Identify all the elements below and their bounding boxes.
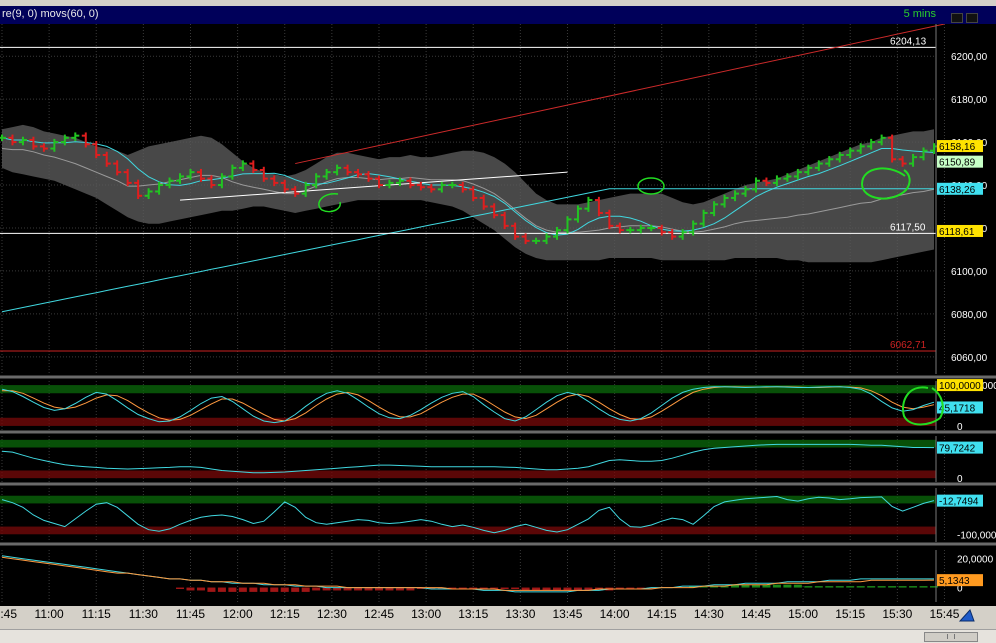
- macd-histogram-bar: [270, 587, 279, 592]
- macd-histogram-bar: [500, 587, 509, 589]
- macd-histogram-bar: [238, 587, 247, 592]
- price-value-tag: 6118,61: [939, 227, 975, 238]
- macd-histogram-bar: [793, 584, 802, 588]
- time-axis-label: 12:30: [316, 607, 347, 621]
- macd-histogram-bar: [772, 584, 781, 588]
- time-axis-label: 13:30: [505, 607, 536, 621]
- time-axis-label: 12:45: [363, 607, 394, 621]
- macd-histogram-bar: [877, 586, 886, 588]
- time-axis-label: 11:15: [81, 607, 111, 621]
- macd-histogram-bar: [919, 586, 928, 588]
- price-axis-tick: 6200,00: [951, 52, 988, 63]
- price-value-tag: 6150,89: [939, 158, 976, 169]
- close-icon[interactable]: [966, 13, 978, 23]
- chart-canvas[interactable]: 6060,006080,006100,006120,006140,006160,…: [0, 24, 996, 606]
- time-axis-label: 15:15: [835, 607, 866, 621]
- macd-histogram-bar: [280, 587, 289, 592]
- macd-histogram-bar: [249, 587, 258, 592]
- scrollbar-thumb[interactable]: [924, 632, 978, 642]
- macd-histogram-bar: [888, 586, 897, 588]
- reference-line-label: 6062,71: [890, 340, 927, 351]
- macd-histogram-bar: [301, 587, 310, 592]
- time-axis-label: 14:15: [646, 607, 677, 621]
- reference-line-label: 6117,50: [890, 222, 926, 233]
- time-axis-bar: 10:45 11:00 11:15 11:30 11:45 12:00 12:15 12:30…: [0, 606, 996, 643]
- oversold-zone: [0, 417, 936, 426]
- macd-histogram-bar: [259, 587, 268, 592]
- macd-value-tag: 5,1343: [939, 576, 970, 587]
- macd-histogram-bar: [783, 584, 792, 588]
- macd-histogram-bar: [217, 587, 226, 592]
- macd-histogram-bar: [898, 586, 907, 588]
- annotation-circle: [637, 177, 665, 195]
- trend-line: [295, 24, 945, 165]
- indicator-value-tag: 45,1718: [939, 403, 976, 414]
- macd-histogram-bar: [196, 587, 205, 591]
- arrow-icon: [958, 609, 975, 622]
- time-axis-label: 14:30: [693, 607, 724, 621]
- horizontal-scrollbar[interactable]: [0, 629, 996, 643]
- indicator-title: re(9, 0) movs(60, 0): [2, 8, 99, 20]
- time-axis-label: 13:45: [552, 607, 583, 621]
- macd-histogram-bar: [804, 586, 813, 588]
- macd-histogram-bar: [312, 587, 321, 591]
- rsi-line: [1, 443, 935, 474]
- macd-histogram-bar: [511, 587, 520, 589]
- indicator-value-tag: 79,7242: [939, 444, 976, 455]
- overbought-zone: [0, 385, 936, 394]
- price-axis-tick: 6060,00: [951, 353, 988, 364]
- price-axis-tick: 6080,00: [951, 310, 988, 321]
- bollinger-band: [2, 124, 934, 263]
- macd-histogram-bar: [856, 586, 865, 588]
- macd-histogram-bar: [814, 586, 823, 588]
- overbought-zone: [0, 495, 936, 504]
- time-axis-label: 15:45: [929, 607, 960, 621]
- window-buttons[interactable]: [948, 10, 992, 23]
- oversold-zone: [0, 526, 936, 535]
- macd-axis-tick: 20,0000: [957, 555, 994, 566]
- scroll-right-button[interactable]: [956, 606, 978, 624]
- minimize-icon[interactable]: [951, 13, 963, 23]
- macd-histogram-bar: [930, 586, 938, 588]
- time-axis-label: 11:00: [34, 607, 64, 621]
- price-axis-tick: 6180,00: [951, 95, 988, 106]
- price-axis-tick: 6100,00: [951, 267, 988, 278]
- time-axis-label: 15:30: [882, 607, 913, 621]
- macd-histogram-bar: [291, 587, 300, 592]
- time-axis-label: 12:00: [222, 607, 253, 621]
- time-axis-label: 10:45: [0, 607, 18, 621]
- indicator-value-tag: 100,0000: [939, 381, 981, 392]
- macd-histogram-bar: [909, 586, 918, 588]
- time-axis-label: 13:15: [458, 607, 489, 621]
- macd-histogram-bar: [846, 586, 855, 588]
- macd-histogram-bar: [825, 586, 834, 588]
- time-axis-label: 13:00: [411, 607, 442, 621]
- price-value-tag: 6138,26: [939, 185, 976, 196]
- indicator-axis-tick: -100,0000: [957, 530, 996, 541]
- overbought-zone: [0, 439, 936, 448]
- macd-histogram-bar: [176, 587, 185, 589]
- time-axis-label: 14:00: [599, 607, 630, 621]
- macd-histogram-bar: [186, 587, 195, 591]
- macd-histogram-bar: [867, 586, 876, 588]
- reference-line-label: 6204,13: [890, 36, 927, 47]
- time-axis-label: 15:00: [788, 607, 819, 621]
- time-axis-label: 11:45: [175, 607, 206, 621]
- chart-header: re(9, 0) movs(60, 0) 5 mins: [0, 6, 996, 24]
- macd-histogram-bar: [207, 587, 216, 592]
- oversold-zone: [0, 470, 936, 479]
- price-value-tag: 6158,16: [939, 142, 976, 153]
- macd-histogram-bar: [228, 587, 237, 592]
- time-axis-label: 14:45: [740, 607, 771, 621]
- time-axis-label: 11:30: [128, 607, 158, 621]
- time-axis-label: 12:15: [269, 607, 300, 621]
- macd-histogram-bar: [835, 586, 844, 588]
- indicator-value-tag: -12,7494: [939, 497, 979, 508]
- timeframe-label[interactable]: 5 mins: [904, 8, 936, 20]
